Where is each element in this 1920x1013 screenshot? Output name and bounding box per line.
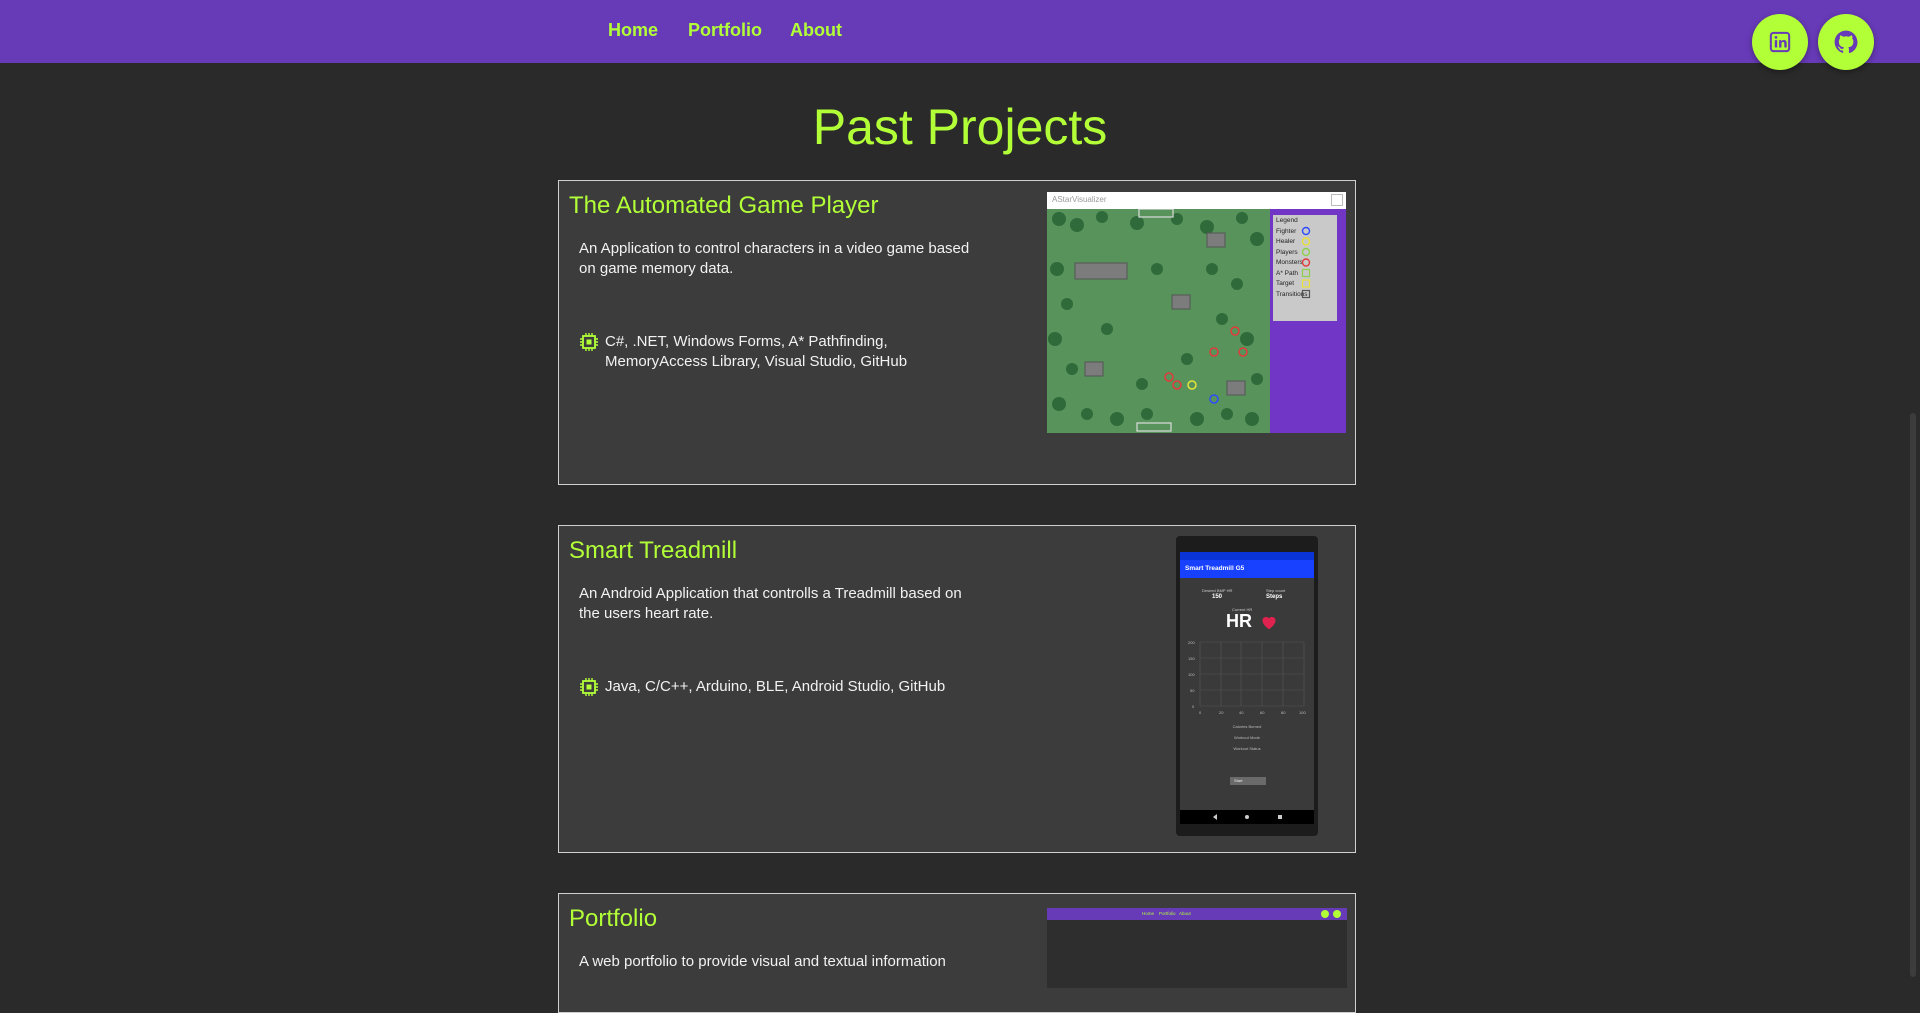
project-description: An Android Application that controlls a … [579, 585, 962, 622]
x-tick: 20 [1219, 710, 1224, 715]
nav-home-link[interactable]: Home [608, 20, 658, 41]
window-close-icon [1331, 194, 1343, 206]
phone-nav-icons [1213, 814, 1282, 820]
github-button[interactable] [1818, 14, 1874, 70]
start-button: Start [1230, 777, 1266, 785]
mini-github-icon [1333, 910, 1341, 918]
y-tick: 0 [1192, 704, 1195, 709]
chip-icon [580, 678, 598, 696]
linkedin-button[interactable] [1752, 14, 1808, 70]
phone-status-bar [1180, 552, 1314, 560]
phone-nav-bar [1180, 810, 1314, 824]
mini-nav-link: About [1179, 911, 1191, 916]
info-line: Workout Mode [1234, 735, 1260, 740]
nav-about-link[interactable]: About [790, 20, 842, 41]
x-tick: 100 [1299, 710, 1306, 715]
project-card-smart-treadmill: Smart Treadmill An Android Application t… [558, 525, 1356, 853]
window-titlebar: AStarVisualizer [1047, 192, 1346, 210]
phone-app-title: Smart Treadmill G5 [1180, 560, 1314, 578]
mini-nav-link: Home [1142, 911, 1155, 916]
project-screenshot-game[interactable]: AStarVisualizer Legend Fighter Healer Pl… [1047, 192, 1346, 433]
chip-icon [580, 333, 598, 351]
heart-icon [1262, 616, 1276, 630]
legend-panel: Legend Fighter Healer Players Monsters A… [1270, 209, 1346, 433]
legend-markers [1301, 226, 1311, 299]
stat-label: Step count [1266, 588, 1286, 593]
stat-value: Steps [1266, 594, 1283, 600]
project-title: Portfolio [569, 905, 658, 932]
project-description: An Application to control characters in … [579, 240, 970, 277]
phone-screen: Desired BMP HR 150 Step count Steps Curr… [1180, 578, 1314, 810]
project-screenshot-portfolio[interactable]: Home Portfolio About [1047, 908, 1347, 988]
y-tick: 150 [1188, 656, 1195, 661]
project-description: A web portfolio to provide visual and te… [579, 953, 946, 970]
game-map [1047, 209, 1270, 433]
info-line: Workout Status [1233, 746, 1261, 751]
x-tick: 0 [1199, 710, 1202, 715]
project-tech-text: C#, .NET, Windows Forms, A* Pathfinding,… [605, 333, 908, 370]
stat-label: Desired BMP HR [1202, 588, 1233, 593]
stat-value: 150 [1212, 594, 1223, 600]
mini-linkedin-icon [1321, 910, 1329, 918]
top-navbar: Home Portfolio About [0, 0, 1920, 70]
x-tick: 80 [1281, 710, 1286, 715]
y-tick: 100 [1188, 672, 1195, 677]
project-title: The Automated Game Player [569, 192, 879, 219]
project-card-game-player: The Automated Game Player An Application… [558, 180, 1356, 485]
x-tick: 60 [1260, 710, 1265, 715]
x-tick: 40 [1239, 710, 1244, 715]
project-screenshot-phone[interactable]: Smart Treadmill G5 Desired BMP HR 150 St… [1176, 536, 1318, 836]
github-icon [1834, 30, 1858, 54]
mini-navbar: Home Portfolio About [1047, 908, 1347, 920]
project-title: Smart Treadmill [569, 537, 738, 564]
page-title: Past Projects [812, 99, 1108, 155]
legend-title: Legend [1276, 217, 1298, 224]
mini-nav-link: Portfolio [1159, 911, 1176, 916]
hr-value: HR [1226, 611, 1252, 631]
project-tech-text: Java, C/C++, Arduino, BLE, Android Studi… [605, 678, 946, 695]
y-tick: 200 [1188, 640, 1195, 645]
legend-box: Legend Fighter Healer Players Monsters A… [1273, 215, 1337, 321]
nav-portfolio-link[interactable]: Portfolio [688, 20, 762, 41]
window-title: AStarVisualizer [1052, 195, 1107, 204]
info-line: Calories Burned [1232, 724, 1262, 729]
info-lines: Calories Burned Workout Mode Workout Sta… [1180, 721, 1314, 754]
project-card-portfolio: Portfolio A web portfolio to provide vis… [558, 893, 1356, 1013]
project-tech-stack: C#, .NET, Windows Forms, A* Pathfinding,… [579, 332, 959, 372]
project-tech-stack: Java, C/C++, Arduino, BLE, Android Studi… [579, 677, 959, 697]
linkedin-icon [1769, 31, 1791, 53]
hr-chart: 200 150 100 50 0 0 20 40 60 80 100 [1188, 640, 1306, 715]
scrollbar-thumb[interactable] [1910, 413, 1916, 977]
y-tick: 50 [1190, 688, 1195, 693]
